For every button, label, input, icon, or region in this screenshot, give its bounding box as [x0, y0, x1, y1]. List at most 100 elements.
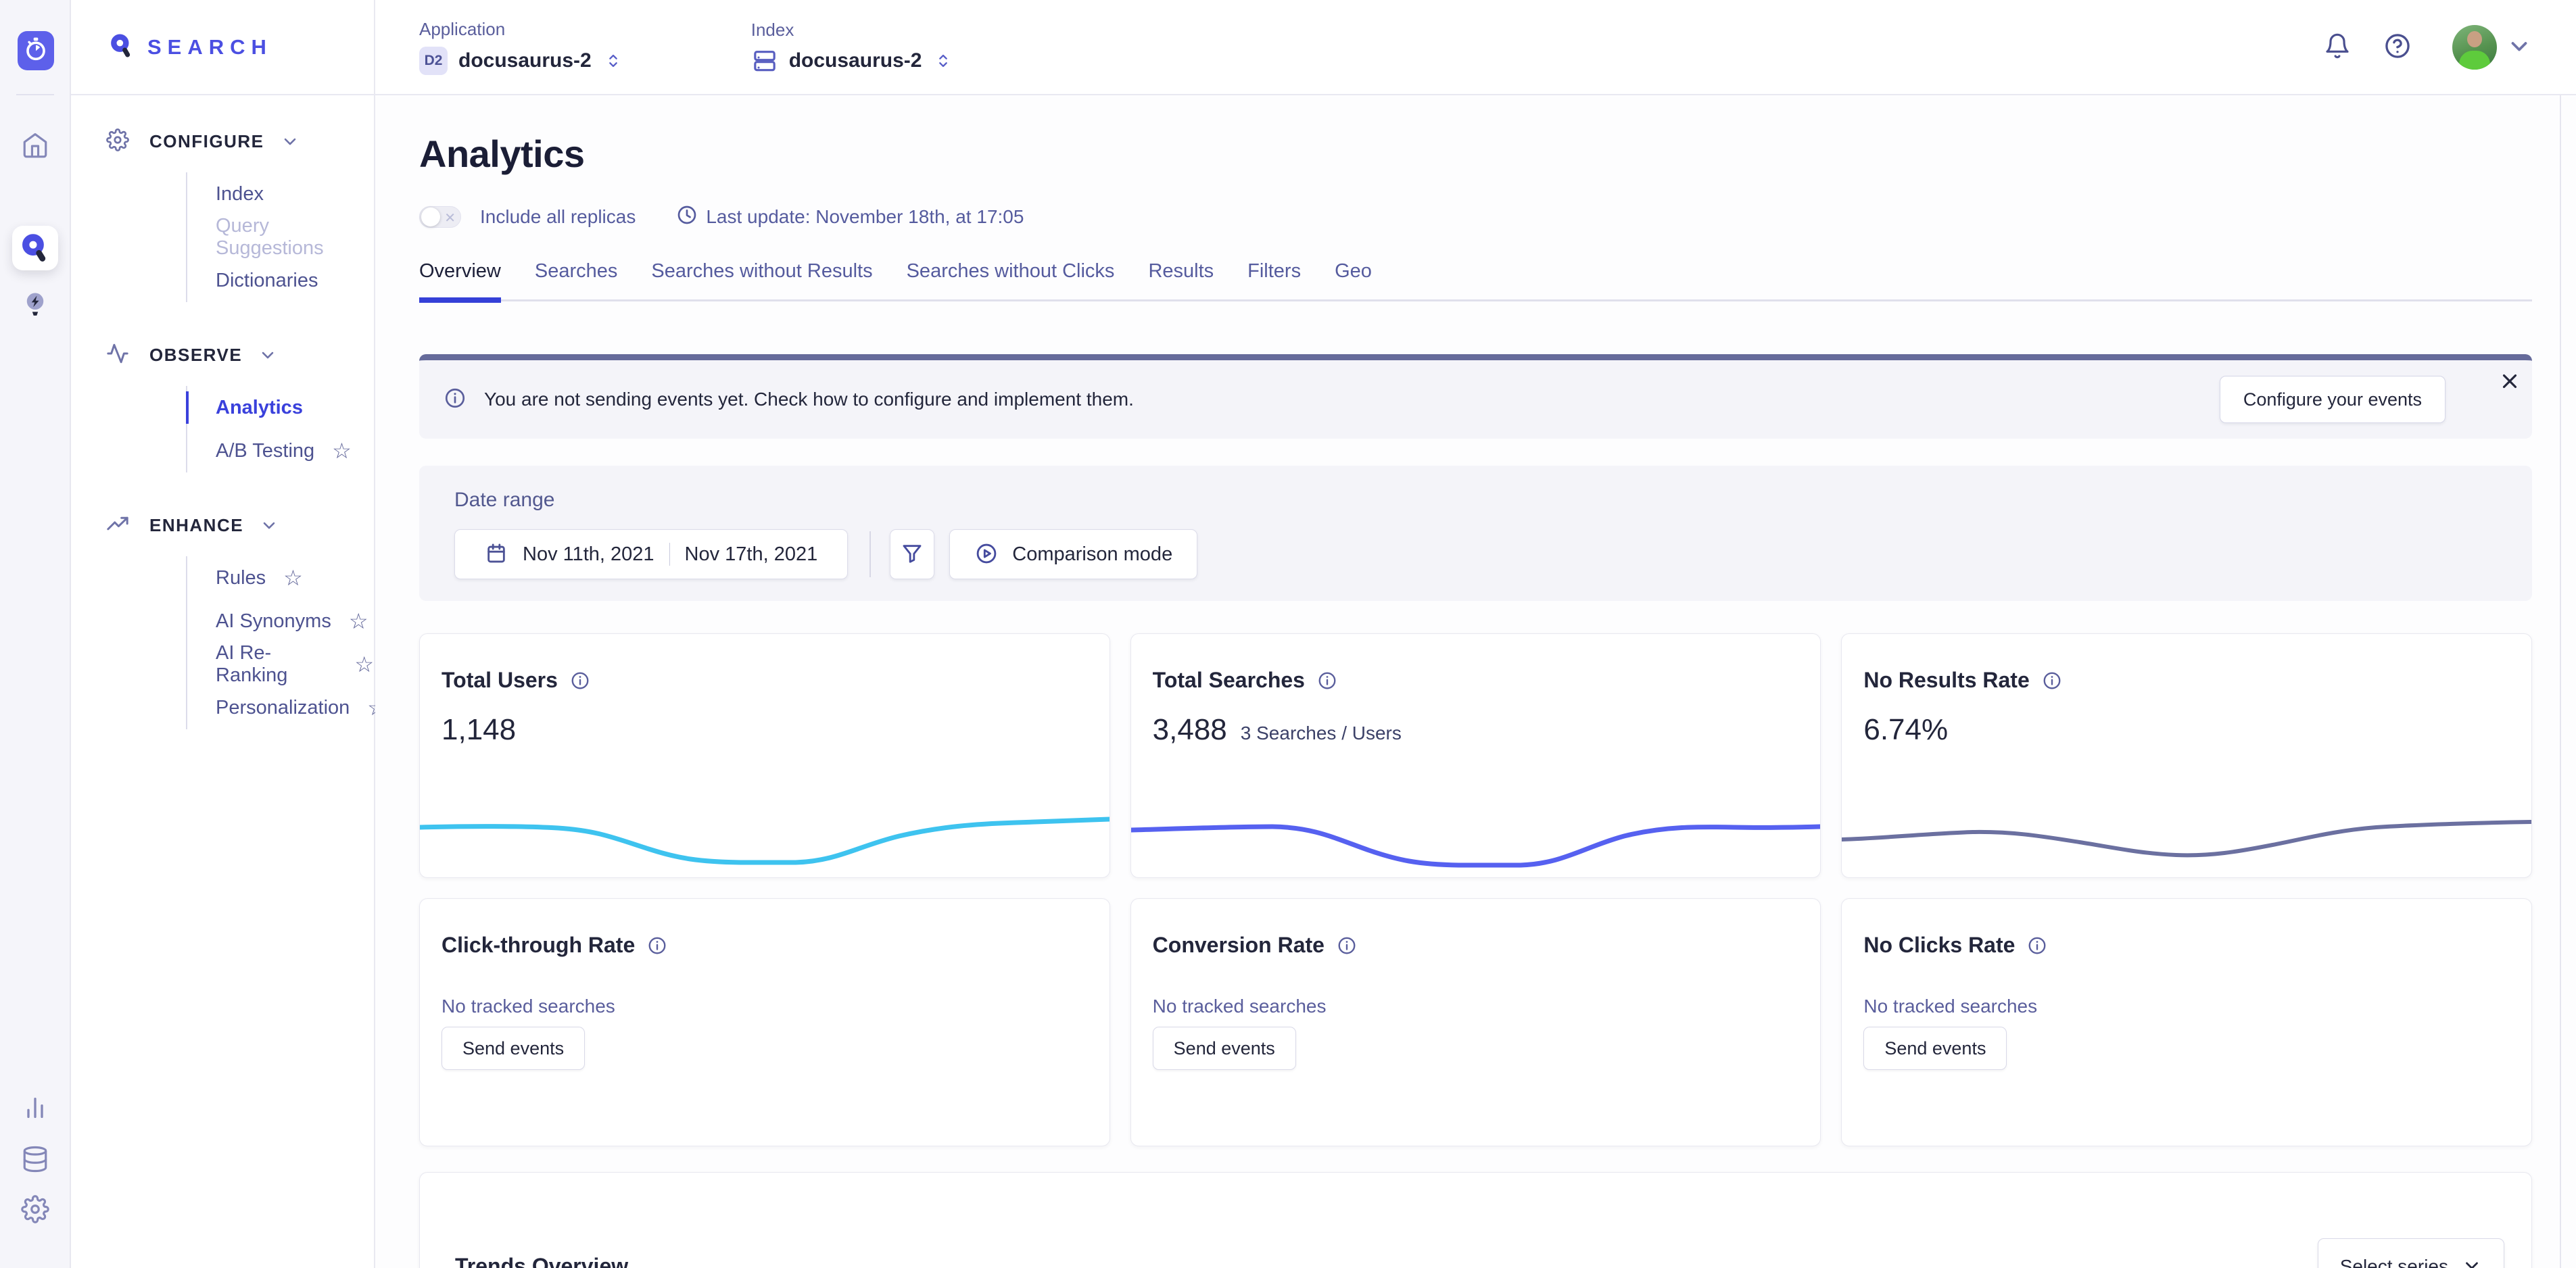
sidebar-item-label: Analytics — [216, 397, 303, 419]
info-icon — [444, 387, 467, 413]
select-series-button[interactable]: Select series — [2318, 1238, 2504, 1268]
rail-home-button[interactable] — [14, 124, 57, 168]
sidebar-item-label: AI Synonyms — [216, 610, 331, 633]
sidebar-item-ai-synonyms[interactable]: AI Synonyms ☆ — [187, 600, 374, 643]
conversion-rate-card: Conversion Rate No tracked searches Send… — [1130, 898, 1821, 1146]
events-banner: You are not sending events yet. Check ho… — [419, 354, 2532, 439]
no-results-rate-card: No Results Rate 6.74% — [1841, 633, 2532, 878]
sidebar-section-label: CONFIGURE — [149, 131, 264, 152]
star-icon[interactable]: ☆ — [349, 610, 368, 632]
total-users-sparkline — [420, 796, 1110, 877]
stat-value: 3,488 — [1153, 713, 1227, 747]
rail-recommend-button[interactable] — [14, 284, 57, 327]
banner-message: You are not sending events yet. Check ho… — [444, 387, 1134, 413]
empty-state-text: No tracked searches — [442, 996, 1082, 1017]
sidebar-section-enhance-header[interactable]: ENHANCE — [71, 510, 374, 540]
app-rail — [0, 0, 71, 1268]
comparison-mode-button[interactable]: Comparison mode — [949, 529, 1197, 579]
sidebar-item-personalization[interactable]: Personalization ☆ — [187, 686, 374, 729]
sidebar-section-observe-header[interactable]: OBSERVE — [71, 340, 374, 370]
send-events-button[interactable]: Send events — [1153, 1027, 1296, 1070]
help-button[interactable] — [2383, 32, 2412, 62]
banner-text: You are not sending events yet. Check ho… — [484, 389, 1134, 410]
app-root: SEARCH CONFIGURE — [0, 0, 2576, 1268]
sidebar-item-index[interactable]: Index — [187, 172, 374, 216]
gear-icon — [21, 1195, 49, 1225]
info-icon[interactable] — [2042, 670, 2062, 691]
rail-divider — [16, 94, 54, 95]
rail-data-button[interactable] — [14, 1138, 57, 1181]
info-icon[interactable] — [570, 670, 590, 691]
account-menu-button[interactable] — [2506, 33, 2532, 61]
content: Analytics ✕ Include all replicas Last up… — [375, 95, 2576, 1268]
rail-search-button[interactable] — [12, 226, 58, 270]
rail-settings-button[interactable] — [14, 1188, 57, 1232]
bell-icon — [2324, 32, 2351, 62]
sidebar-item-rules[interactable]: Rules ☆ — [187, 556, 374, 600]
application-select[interactable]: D2 docusaurus-2 — [419, 47, 623, 75]
date-separator — [669, 543, 670, 566]
filter-button[interactable] — [890, 529, 934, 579]
scrollbar-track[interactable] — [2560, 95, 2561, 1268]
database-icon — [21, 1145, 49, 1175]
sidebar-item-label: Index — [216, 183, 264, 205]
info-icon[interactable] — [647, 935, 667, 956]
sidebar-logo-text: SEARCH — [147, 35, 272, 59]
include-replicas-toggle[interactable]: ✕ — [419, 206, 461, 228]
tab-results[interactable]: Results — [1148, 260, 1214, 303]
sidebar-item-ai-reranking[interactable]: AI Re-Ranking ☆ — [187, 643, 374, 686]
star-icon[interactable]: ☆ — [332, 440, 352, 462]
chevron-down-icon — [258, 345, 277, 364]
notifications-button[interactable] — [2324, 32, 2351, 62]
sidebar-section-observe: OBSERVE Analytics A/B Testing ☆ — [71, 340, 374, 472]
star-icon[interactable]: ☆ — [354, 654, 374, 675]
tab-searches[interactable]: Searches — [535, 260, 618, 303]
banner-close-button[interactable] — [2498, 370, 2521, 395]
send-events-button[interactable]: Send events — [442, 1027, 585, 1070]
empty-state-text: No tracked searches — [1863, 996, 2504, 1017]
lightbulb-bolt-icon — [21, 290, 49, 322]
sidebar-item-label: AI Re-Ranking — [216, 642, 337, 687]
rail-monitoring-button[interactable] — [14, 1087, 57, 1130]
send-events-button[interactable]: Send events — [1863, 1027, 2007, 1070]
chevron-down-icon — [2506, 33, 2532, 61]
configure-events-button[interactable]: Configure your events — [2220, 376, 2446, 423]
tab-geo[interactable]: Geo — [1335, 260, 1372, 303]
sidebar-item-analytics[interactable]: Analytics — [187, 386, 374, 429]
sidebar: SEARCH CONFIGURE — [71, 0, 375, 1268]
vertical-divider — [869, 531, 871, 577]
sidebar-logo[interactable]: SEARCH — [71, 0, 374, 95]
card-title: Total Users — [442, 668, 558, 693]
tab-searches-without-clicks[interactable]: Searches without Clicks — [907, 260, 1115, 303]
info-icon[interactable] — [1317, 670, 1337, 691]
stat-cards-row: Total Users 1,148 — [419, 633, 2532, 878]
date-range-button[interactable]: Nov 11th, 2021 Nov 17th, 2021 — [454, 529, 848, 579]
sidebar-item-ab-testing[interactable]: A/B Testing ☆ — [187, 429, 374, 472]
avatar[interactable] — [2452, 25, 2497, 70]
sidebar-section-label: ENHANCE — [149, 515, 243, 536]
sidebar-item-query-suggestions[interactable]: Query Suggestions — [187, 216, 374, 259]
info-icon[interactable] — [1337, 935, 1357, 956]
sidebar-section-enhance: ENHANCE Rules ☆ AI Synonyms ☆ AI — [71, 510, 374, 729]
app-logo-tile[interactable] — [18, 31, 54, 70]
trends-overview-card: Trends Overview Select series — [419, 1172, 2532, 1268]
index-select[interactable]: docusaurus-2 — [751, 47, 953, 74]
sidebar-section-configure: CONFIGURE Index Query Suggestions Dictio… — [71, 126, 374, 302]
date-range-start: Nov 11th, 2021 — [523, 543, 654, 566]
sidebar-item-dictionaries[interactable]: Dictionaries — [187, 259, 374, 302]
home-icon — [21, 131, 49, 162]
sparkline-path — [1842, 822, 2531, 855]
star-icon[interactable]: ☆ — [283, 567, 303, 589]
tab-overview[interactable]: Overview — [419, 260, 501, 303]
sidebar-section-configure-header[interactable]: CONFIGURE — [71, 126, 374, 156]
tab-filters[interactable]: Filters — [1247, 260, 1301, 303]
include-replicas-label: Include all replicas — [480, 206, 636, 228]
card-title: No Clicks Rate — [1863, 933, 2015, 958]
sparkline-path — [420, 819, 1110, 862]
tab-searches-without-results[interactable]: Searches without Results — [651, 260, 872, 303]
click-through-rate-card: Click-through Rate No tracked searches S… — [419, 898, 1110, 1146]
stat-subtext: 3 Searches / Users — [1241, 723, 1402, 744]
index-selector: Index docusaurus-2 — [751, 20, 953, 74]
info-icon[interactable] — [2027, 935, 2047, 956]
card-title: Conversion Rate — [1153, 933, 1325, 958]
